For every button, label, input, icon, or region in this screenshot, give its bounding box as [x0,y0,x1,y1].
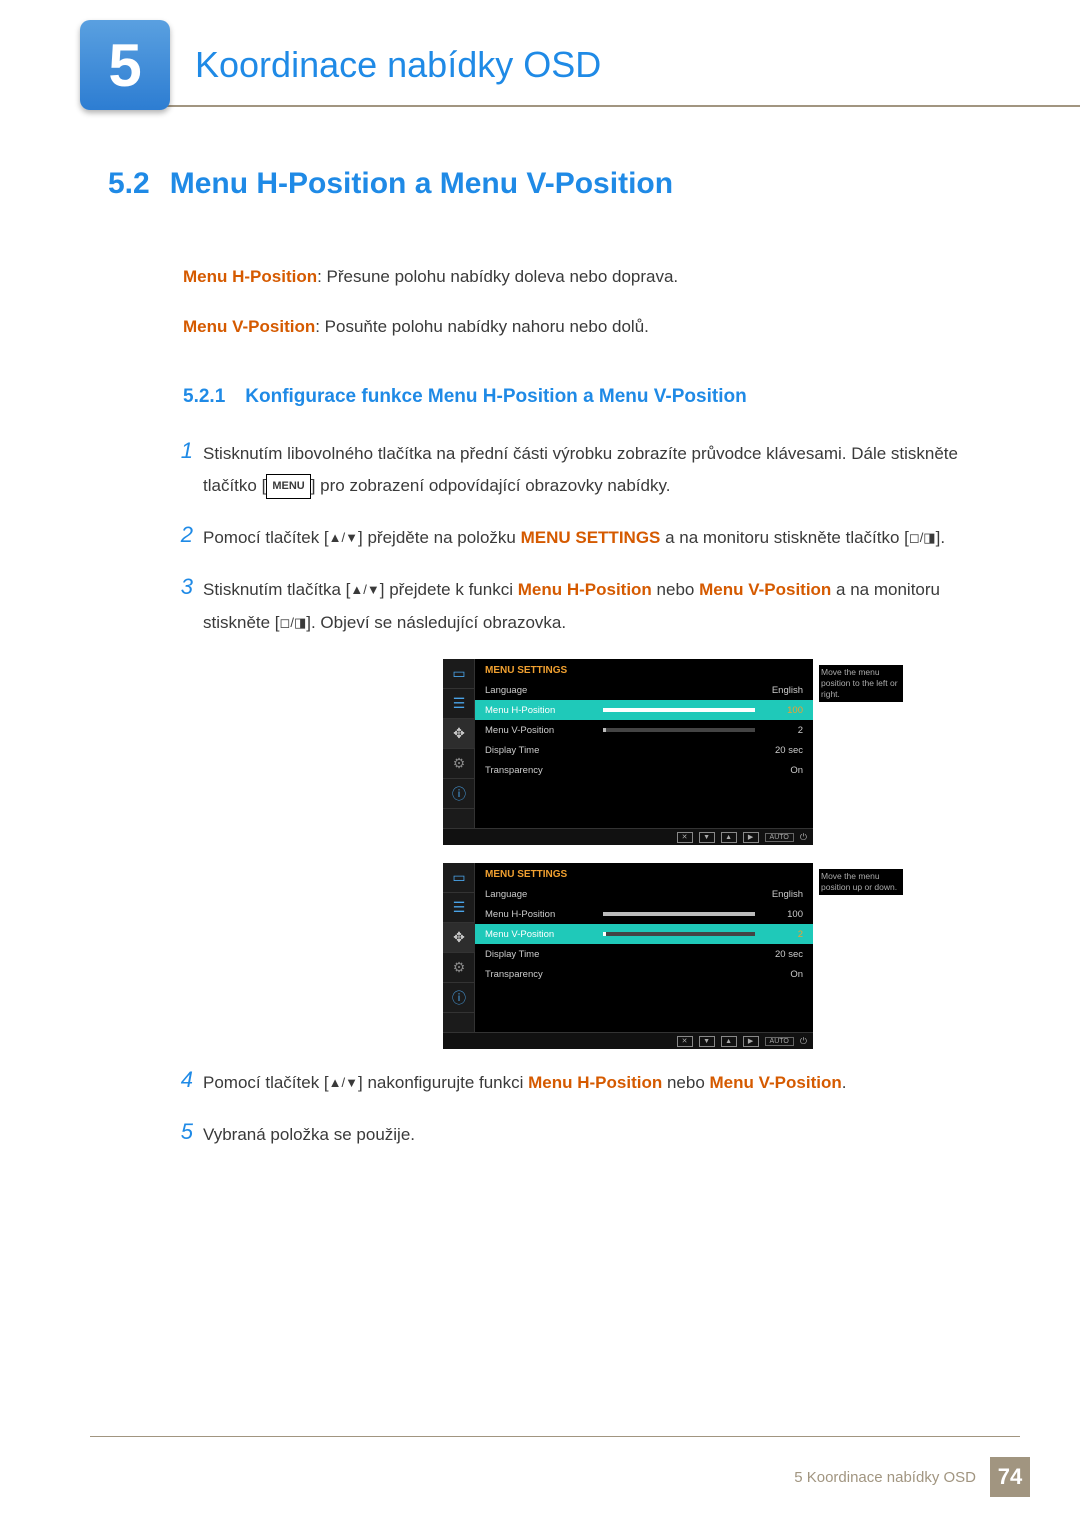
osd-row-hposition: Menu H-Position100 [475,904,813,924]
auto-button-label: AUTO [765,1037,794,1046]
osd-button-bar: ✕ ▼ ▲ ▶ AUTO ⏻ [443,828,813,845]
up-arrow-icon: ▲ [721,832,737,843]
osd-title: MENU SETTINGS [475,863,813,884]
step-3: 3 Stisknutím tlačítka [▲/▼] přejdete k f… [163,574,990,639]
osd-sidebar: ▭ ☰ ✥ ⚙ ⓘ [443,863,475,1032]
step-number: 3 [163,574,203,639]
osd-screenshot-hposition: ▭ ☰ ✥ ⚙ ⓘ MENU SETTINGS LanguageEnglish … [443,659,990,845]
footer-chapter-text: 5 Koordinace nabídky OSD [794,1469,976,1486]
enter-icon: ◻/◨ [909,530,936,545]
osd-title: MENU SETTINGS [475,659,813,680]
intro-h-text: : Přesune polohu nabídky doleva nebo dop… [317,267,678,286]
info-icon: ⓘ [443,983,475,1013]
intro-v-label: Menu V-Position [183,317,315,336]
intro-paragraphs: Menu H-Position: Přesune polohu nabídky … [183,261,990,344]
osd-screenshot-vposition: ▭ ☰ ✥ ⚙ ⓘ MENU SETTINGS LanguageEnglish … [443,863,990,1049]
step-4: 4 Pomocí tlačítek [▲/▼] nakonfigurujte f… [163,1067,990,1099]
subsection-title: Konfigurace funkce Menu H-Position a Men… [245,386,746,408]
section-heading: 5.2 Menu H-Position a Menu V-Position [108,167,990,201]
page-footer: 5 Koordinace nabídky OSD 74 [794,1457,1030,1497]
osd-row-displaytime: Display Time20 sec [475,740,813,760]
monitor-icon: ▭ [443,863,475,893]
info-icon: ⓘ [443,779,475,809]
osd-row-displaytime: Display Time20 sec [475,944,813,964]
right-arrow-icon: ▶ [743,832,759,843]
down-arrow-icon: ▼ [699,1036,715,1047]
gear-icon: ⚙ [443,749,475,779]
step-number: 5 [163,1119,203,1151]
osd-row-vposition: Menu V-Position2 [475,924,813,944]
enter-icon: ◻/◨ [280,615,307,630]
gear-icon: ⚙ [443,953,475,983]
close-icon: ✕ [677,832,693,843]
subsection-number: 5.2.1 [183,386,225,408]
step-number: 1 [163,438,203,503]
osd-row-transparency: TransparencyOn [475,964,813,984]
menu-key-icon: MENU [266,474,310,499]
step-number: 2 [163,522,203,554]
close-icon: ✕ [677,1036,693,1047]
list-icon: ☰ [443,893,475,923]
power-icon: ⏻ [800,1036,807,1047]
power-icon: ⏻ [800,832,807,843]
osd-row-hposition: Menu H-Position100 [475,700,813,720]
intro-v-text: : Posuňte polohu nabídky nahoru nebo dol… [315,317,649,336]
section-number: 5.2 [108,167,150,201]
subsection-heading: 5.2.1 Konfigurace funkce Menu H-Position… [183,386,990,408]
osd-row-language: LanguageEnglish [475,884,813,904]
osd-tooltip: Move the menu position up or down. [819,869,903,895]
up-down-arrow-icon: ▲/▼ [329,530,358,545]
right-arrow-icon: ▶ [743,1036,759,1047]
footer-rule [90,1436,1020,1437]
chapter-title: Koordinace nabídky OSD [195,44,601,86]
down-arrow-icon: ▼ [699,832,715,843]
section-title: Menu H-Position a Menu V-Position [170,167,673,201]
page-number: 74 [990,1457,1030,1497]
osd-sidebar: ▭ ☰ ✥ ⚙ ⓘ [443,659,475,828]
list-icon: ☰ [443,689,475,719]
osd-row-vposition: Menu V-Position2 [475,720,813,740]
move-icon: ✥ [443,719,475,749]
step-2: 2 Pomocí tlačítek [▲/▼] přejděte na polo… [163,522,990,554]
step-5: 5 Vybraná položka se použije. [163,1119,990,1151]
osd-row-language: LanguageEnglish [475,680,813,700]
step-number: 4 [163,1067,203,1099]
auto-button-label: AUTO [765,833,794,842]
move-icon: ✥ [443,923,475,953]
chapter-number-badge: 5 [80,20,170,110]
up-down-arrow-icon: ▲/▼ [329,1075,358,1090]
osd-row-transparency: TransparencyOn [475,760,813,780]
chapter-header: 5 Koordinace nabídky OSD [0,0,1080,110]
step-1: 1 Stisknutím libovolného tlačítka na pře… [163,438,990,503]
up-down-arrow-icon: ▲/▼ [350,583,379,598]
up-arrow-icon: ▲ [721,1036,737,1047]
monitor-icon: ▭ [443,659,475,689]
intro-h-label: Menu H-Position [183,267,317,286]
osd-button-bar: ✕ ▼ ▲ ▶ AUTO ⏻ [443,1032,813,1049]
osd-tooltip: Move the menu position to the left or ri… [819,665,903,702]
